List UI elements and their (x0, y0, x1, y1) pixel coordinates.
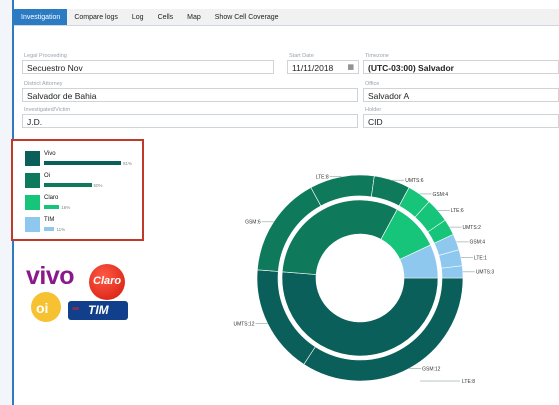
outer-slice-tim-umts-3[interactable] (441, 265, 464, 279)
sunburst-chart: GSM:12 UMTS:12 GSM:6 LTE:8 UMTS:6 GSM:4 LTE:6 U… (233, 174, 495, 385)
outer-label-4: UMTS:6 (405, 178, 424, 184)
outer-label-6: LTE:6 (451, 208, 464, 214)
extra-label-0: LTE:8 (462, 379, 475, 385)
outer-label-5: GSM:4 (433, 192, 449, 198)
outer-label-10: UMTS:3 (476, 270, 495, 276)
outer-label-7: UMTS:2 (463, 225, 482, 231)
outer-label-9: LTE:1 (474, 255, 487, 261)
outer-label-2: GSM:6 (245, 220, 261, 226)
outer-label-0: GSM:12 (422, 366, 441, 372)
outer-label-8: GSM:4 (469, 240, 485, 246)
outer-label-3: LTE:8 (316, 174, 329, 180)
outer-label-1: UMTS:12 (233, 321, 254, 327)
